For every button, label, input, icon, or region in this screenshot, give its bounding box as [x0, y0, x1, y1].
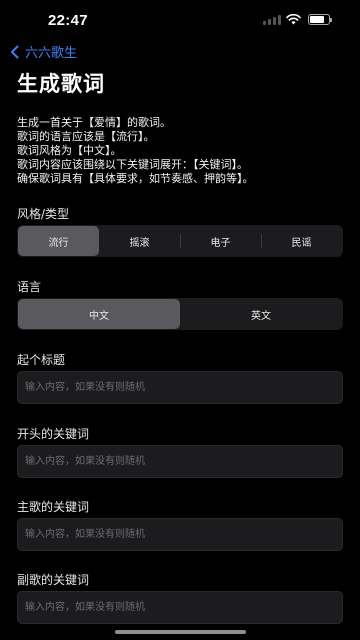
back-button-label: 六六歌生 [25, 46, 78, 61]
prompt-line: 歌词内容应该围绕以下关键词展开：【关键词】。 [17, 158, 248, 171]
status-bar: 22:47 [0, 0, 360, 40]
language-section-label: 语言 [17, 280, 42, 294]
opening-keywords-label: 开头的关键词 [17, 427, 90, 441]
style-section-label: 风格/类型 [17, 207, 70, 221]
language-segmented-control: 中文 英文 [17, 298, 343, 330]
status-time: 22:47 [48, 12, 88, 29]
battery-level-fill [310, 16, 324, 23]
style-option[interactable]: 民谣 [261, 226, 342, 256]
prompt-line: 歌词风格为【中文】。 [17, 144, 122, 157]
prompt-line: 歌词的语言应该是【流行】。 [17, 130, 155, 143]
status-icons [263, 14, 332, 25]
title-field-label: 起个标题 [17, 353, 66, 367]
home-indicator[interactable] [115, 630, 246, 634]
battery-icon [308, 14, 332, 25]
language-option[interactable]: 中文 [18, 299, 180, 329]
title-input[interactable] [17, 371, 343, 404]
chorus-keywords-label: 副歌的关键词 [17, 573, 90, 587]
verse-keywords-input[interactable] [17, 518, 343, 551]
back-button[interactable]: 六六歌生 [10, 42, 77, 61]
style-option[interactable]: 摇滚 [99, 226, 180, 256]
verse-keywords-label: 主歌的关键词 [17, 500, 90, 514]
opening-keywords-input[interactable] [17, 445, 343, 478]
prompt-line: 确保歌词具有【具体要求，如节奏感、押韵等】。 [17, 172, 254, 185]
style-option[interactable]: 流行 [18, 226, 99, 256]
language-option[interactable]: 英文 [180, 299, 342, 329]
cellular-signal-icon [263, 14, 281, 25]
style-segmented-control: 流行 摇滚 电子 民谣 [17, 225, 343, 257]
prompt-line: 生成一首关于【爱情】的歌词。 [17, 116, 171, 129]
style-option[interactable]: 电子 [180, 226, 261, 256]
chorus-keywords-input[interactable] [17, 591, 343, 624]
wifi-icon [286, 14, 301, 25]
chevron-left-icon [11, 45, 19, 58]
prompt-preview: 生成一首关于【爱情】的歌词。 歌词的语言应该是【流行】。 歌词风格为【中文】。 … [17, 116, 349, 186]
page-title: 生成歌词 [17, 72, 105, 96]
